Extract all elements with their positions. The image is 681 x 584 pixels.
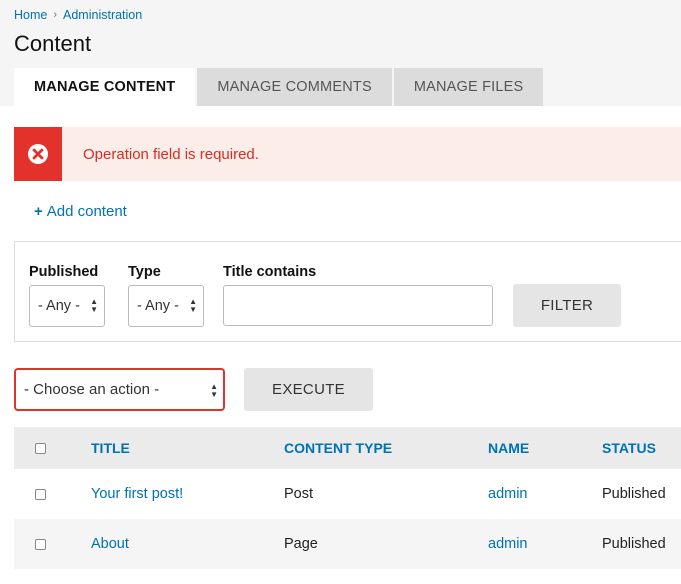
tab-manage-files[interactable]: MANAGE FILES [393,68,544,106]
row-title-link[interactable]: About [91,536,129,552]
row-checkbox[interactable] [35,489,46,500]
row-status: Published [602,486,666,502]
bulk-action-select[interactable]: - Choose an action - ▲ ▼ [14,368,225,411]
error-message-text: Operation field is required. [83,145,259,163]
plus-icon: + [34,203,43,220]
execute-button[interactable]: EXECUTE [244,368,373,411]
row-author-link[interactable]: admin [488,536,528,552]
error-x-icon [28,144,48,164]
tab-manage-comments[interactable]: MANAGE COMMENTS [197,68,392,106]
error-icon-box [14,127,62,181]
add-content-label: Add content [46,203,127,220]
type-select-value: - Any - [137,298,179,314]
tab-manage-content[interactable]: MANAGE CONTENT [14,68,196,106]
page-title: Content [14,31,92,56]
table-row: About Page admin Published [14,519,681,569]
column-title[interactable]: TITLE [91,440,130,456]
type-select[interactable]: - Any - ▲ ▼ [128,285,204,327]
published-select-value: - Any - [38,298,80,314]
select-arrows-icon: ▲ ▼ [90,297,98,314]
row-title-link[interactable]: Your first post! [91,486,183,502]
column-name[interactable]: NAME [488,440,529,456]
row-checkbox[interactable] [35,539,46,550]
error-message: Operation field is required. [14,127,681,181]
select-all-checkbox[interactable] [35,443,46,454]
tabs: MANAGE CONTENT MANAGE COMMENTS MANAGE FI… [14,68,545,106]
breadcrumb-administration-link[interactable]: Administration [63,8,142,22]
add-content-link[interactable]: + Add content [34,203,127,220]
bulk-action-value: - Choose an action - [24,381,160,398]
column-content-type[interactable]: CONTENT TYPE [284,440,392,456]
table-row: Your first post! Post admin Published [14,469,681,519]
row-content-type: Post [284,486,314,502]
content-table: TITLE CONTENT TYPE NAME STATUS Your firs… [14,427,681,569]
type-label: Type [128,264,161,280]
breadcrumb: Home › Administration [14,8,142,22]
select-arrows-icon: ▲ ▼ [189,297,197,314]
select-arrows-icon: ▲ ▼ [210,382,218,399]
row-status: Published [602,536,666,552]
breadcrumb-home-link[interactable]: Home [14,8,47,22]
published-select[interactable]: - Any - ▲ ▼ [29,285,105,327]
breadcrumb-chevron-icon: › [53,9,58,21]
filter-button[interactable]: FILTER [513,284,621,327]
row-author-link[interactable]: admin [488,486,528,502]
column-status[interactable]: STATUS [602,440,656,456]
title-contains-input[interactable] [223,285,493,326]
row-content-type: Page [284,536,318,552]
published-label: Published [29,264,99,280]
table-header: TITLE CONTENT TYPE NAME STATUS [14,427,681,469]
filter-panel: Published - Any - ▲ ▼ Type - Any - ▲ ▼ Tit… [14,241,681,342]
title-contains-label: Title contains [223,264,317,280]
